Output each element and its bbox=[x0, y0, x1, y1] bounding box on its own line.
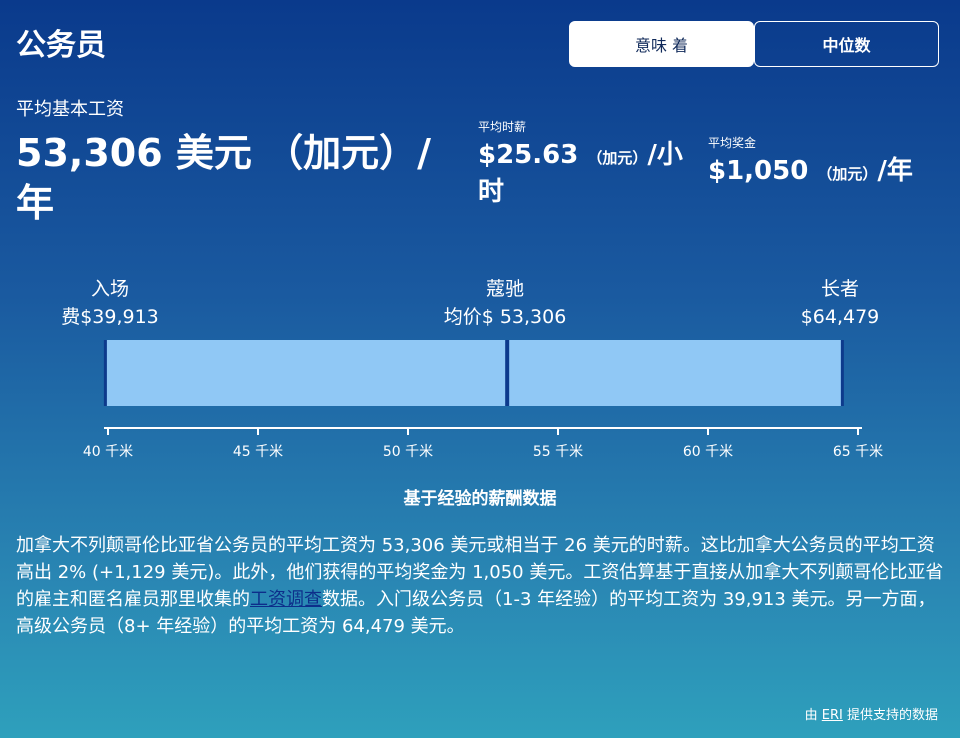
median-label: 蔻驰 均价$ 53,306 bbox=[430, 275, 580, 331]
bonus-per: /年 bbox=[877, 156, 913, 186]
hourly-amount: $25.63 bbox=[478, 140, 579, 170]
x-axis-tick-label: 45 千米 bbox=[233, 444, 283, 460]
hourly-wage-label: 平均时薪 bbox=[478, 120, 527, 134]
senior-title: 长者 bbox=[820, 278, 859, 300]
salary-range-chart: 40 千米 45 千米 50 千米 55 千米 60 千米 65 千米 bbox=[83, 340, 883, 460]
x-axis-tick-label: 50 千米 bbox=[383, 444, 433, 460]
senior-value: $64,479 bbox=[800, 306, 880, 328]
median-value: 均价$ 53,306 bbox=[443, 306, 567, 328]
range-max-marker bbox=[840, 340, 844, 406]
mean-toggle-button[interactable]: 意味 着 bbox=[569, 21, 754, 67]
footer-suffix: 提供支持的数据 bbox=[842, 708, 938, 723]
senior-level-label: 长者 $64,479 bbox=[770, 275, 910, 331]
x-axis-tick-label: 55 千米 bbox=[533, 444, 583, 460]
chart-title: 基于经验的薪酬数据 bbox=[403, 489, 557, 509]
bonus-value: $1,050 （加元）/年 bbox=[708, 154, 948, 191]
x-axis-tick-label: 40 千米 bbox=[83, 444, 133, 460]
bonus-amount: $1,050 bbox=[708, 156, 809, 186]
average-salary-value: 53,306 美元 （加元）/年 bbox=[16, 131, 431, 225]
median-title: 蔻驰 bbox=[485, 278, 524, 300]
bonus-currency: （加元） bbox=[817, 165, 878, 183]
bonus-label: 平均奖金 bbox=[708, 136, 757, 150]
median-marker bbox=[505, 340, 510, 406]
salary-survey-link[interactable]: 工资调查 bbox=[250, 589, 322, 610]
average-salary-label: 平均基本工资 bbox=[16, 99, 124, 120]
entry-value: 费$39,913 bbox=[61, 306, 159, 328]
median-toggle-button[interactable]: 中位数 bbox=[754, 21, 939, 67]
salary-description: 加拿大不列颠哥伦比亚省公务员的平均工资为 53,306 美元或相当于 26 美元… bbox=[16, 532, 946, 640]
entry-title: 入场 bbox=[90, 278, 129, 300]
x-axis-tick-label: 60 千米 bbox=[683, 444, 733, 460]
data-source-footer: 由 ERI 提供支持的数据 bbox=[805, 704, 938, 723]
eri-link[interactable]: ERI bbox=[822, 708, 843, 723]
salary-range-bar bbox=[105, 340, 843, 406]
footer-prefix: 由 bbox=[804, 708, 822, 723]
hourly-wage-value: $25.63 （加元）/小时 bbox=[478, 138, 703, 209]
range-min-marker bbox=[103, 340, 107, 406]
page-title: 公务员 bbox=[16, 28, 106, 63]
x-axis-tick-label: 65 千米 bbox=[833, 444, 883, 460]
entry-level-label: 入场 费$39,913 bbox=[40, 275, 180, 331]
hourly-currency: （加元） bbox=[587, 149, 648, 167]
